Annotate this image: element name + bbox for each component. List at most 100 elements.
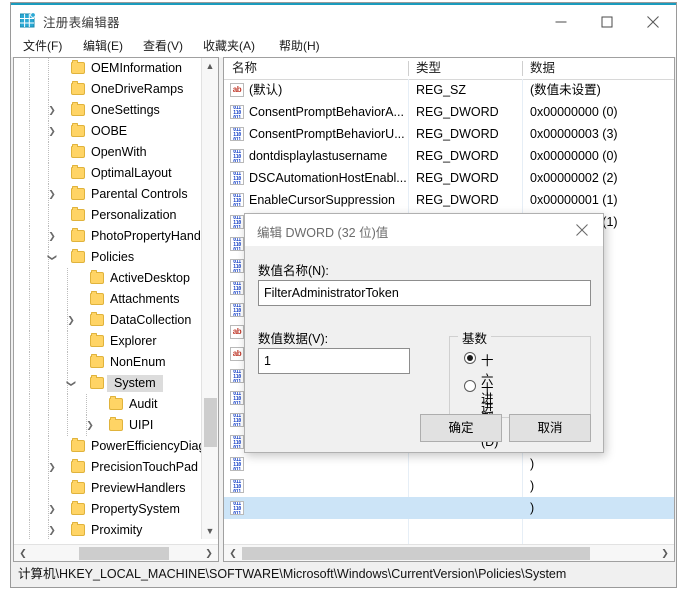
tree-item-label: Policies [91,250,135,264]
column-separator[interactable] [522,61,523,76]
table-row[interactable]: 011 110 011 DSCAutomationHostEnabl... REG_DW… [224,167,674,189]
tree-guide-line [67,415,69,436]
tree-guide-line [29,79,31,100]
chevron-right-icon[interactable]: ❯ [45,121,59,142]
table-row[interactable]: 011110011) [224,475,674,497]
tree-horizontal-scroll-thumb[interactable] [79,547,169,560]
chevron-right-icon[interactable]: ❯ [45,226,59,247]
tree-item-precisiontouchpad[interactable]: ❯ PrecisionTouchPad [14,457,201,478]
chevron-down-icon[interactable]: ❯ [42,251,63,265]
tree-item-system[interactable]: ❯ System [14,373,201,394]
tree-item-onedriveramps[interactable]: OneDriveRamps [14,79,201,100]
tree-item-oeminformation[interactable]: OEMInformation [14,58,201,79]
tree-item-uipi[interactable]: ❯ UIPI [14,415,201,436]
folder-icon [71,186,85,200]
tree-item-policies[interactable]: ❯ Policies [14,247,201,268]
ok-button[interactable]: 确定 [420,414,502,442]
tree-item-nonenum[interactable]: NonEnum [14,352,201,373]
tree-item-activedesktop[interactable]: ActiveDesktop [14,268,201,289]
table-row[interactable]: 011 110 011 EnableCursorSuppression REG_DWOR… [224,189,674,211]
menu-item-0[interactable]: 文件(F) [17,37,68,55]
cancel-button[interactable]: 取消 [509,414,591,442]
menu-item-4[interactable]: 帮助(H) [273,37,326,55]
tree-guide-line [48,79,50,100]
base-radio-group [449,336,591,418]
value-data-cell: ) [530,457,535,471]
tree-item-parental-controls[interactable]: ❯ Parental Controls [14,184,201,205]
tree-scroll-down-arrow[interactable]: ▼ [202,526,218,536]
minimize-button[interactable] [538,7,584,37]
tree-item-powerefficiencydiagnc[interactable]: PowerEfficiencyDiagnc [14,436,201,457]
list-horizontal-scrollbar[interactable]: ❮ ❯ [224,544,674,561]
table-row[interactable]: 011110011) [224,497,674,519]
tree-item-openwith[interactable]: OpenWith [14,142,201,163]
value-data-input[interactable]: 1 [258,348,410,374]
tree-guide-line [67,331,69,352]
tree-item-datacollection[interactable]: ❯ DataCollection [14,310,201,331]
column-header-1[interactable]: 类型 [408,58,441,79]
tree-item-label: OEMInformation [91,61,183,75]
tree-item-previewhandlers[interactable]: PreviewHandlers [14,478,201,499]
tree-scroll-up-arrow[interactable]: ▲ [202,61,218,71]
folder-icon [71,249,85,263]
value-data-cell: 0x00000003 (3) [530,127,618,141]
column-separator[interactable] [408,61,409,76]
maximize-button[interactable] [584,7,630,37]
menu-item-2[interactable]: 查看(V) [137,37,189,55]
table-row[interactable]: 011 110 011 ConsentPromptBehaviorU... REG_DW… [224,123,674,145]
registry-tree-pane[interactable]: OEMInformation OneDriveRamps ❯ OneSettings ❯… [13,57,219,562]
table-row[interactable]: 011 110 011 ConsentPromptBehaviorA... REG_DW… [224,101,674,123]
chevron-down-icon[interactable]: ❯ [61,377,82,391]
tree-item-label: OpenWith [91,145,147,159]
folder-icon [71,438,85,452]
tree-item-label: DataCollection [110,313,192,327]
tree-item-explorer[interactable]: Explorer [14,331,201,352]
table-row[interactable]: 011 110 011 dontdisplaylastusername REG_DWOR… [224,145,674,167]
tree-vertical-scrollbar[interactable]: ▲ ▼ [201,58,218,539]
list-horizontal-scroll-thumb[interactable] [242,547,590,560]
close-button[interactable] [630,7,676,37]
tree-item-label: Explorer [110,334,157,348]
tree-guide-line [29,331,31,352]
tree-item-audit[interactable]: Audit [14,394,201,415]
tree-item-proximity[interactable]: ❯ Proximity [14,520,201,539]
list-scroll-left-arrow[interactable]: ❮ [226,548,240,559]
table-row[interactable]: 011110011) [224,453,674,475]
dword-value-icon: 011 110 011 [230,413,244,427]
tree-scroll-left-arrow[interactable]: ❮ [16,548,30,559]
chevron-right-icon[interactable]: ❯ [45,520,59,539]
tree-item-optimallayout[interactable]: OptimalLayout [14,163,201,184]
value-name-cell: DSCAutomationHostEnabl... [249,171,407,185]
value-type-cell: REG_DWORD [416,149,499,163]
menu-item-1[interactable]: 编辑(E) [77,37,129,55]
tree-item-label: Attachments [110,292,180,306]
chevron-right-icon[interactable]: ❯ [45,184,59,205]
chevron-right-icon[interactable]: ❯ [45,457,59,478]
tree-scroll-right-arrow[interactable]: ❯ [202,548,216,559]
tree-item-label: Personalization [91,208,177,222]
tree-item-attachments[interactable]: Attachments [14,289,201,310]
list-scroll-right-arrow[interactable]: ❯ [658,548,672,559]
table-row[interactable]: ab (默认) REG_SZ (数值未设置) [224,79,674,101]
menu-item-3[interactable]: 收藏夹(A) [197,37,261,55]
chevron-right-icon[interactable]: ❯ [45,499,59,520]
tree-item-photopropertyhandler[interactable]: ❯ PhotoPropertyHandler [14,226,201,247]
column-header-2[interactable]: 数据 [522,58,555,79]
tree-item-propertysystem[interactable]: ❯ PropertySystem [14,499,201,520]
chevron-right-icon[interactable]: ❯ [83,415,97,436]
tree-guide-line [29,394,31,415]
dialog-close-button[interactable] [561,214,603,246]
value-name-cell: ConsentPromptBehaviorU... [249,127,405,141]
tree-item-label: PrecisionTouchPad [91,460,199,474]
tree-vertical-scroll-thumb[interactable] [204,398,217,447]
tree-horizontal-scrollbar[interactable]: ❮ ❯ [14,544,218,561]
string-value-icon: ab [230,347,244,361]
tree-item-oobe[interactable]: ❯ OOBE [14,121,201,142]
tree-item-personalization[interactable]: Personalization [14,205,201,226]
registry-tree[interactable]: OEMInformation OneDriveRamps ❯ OneSettings ❯… [14,58,201,539]
chevron-right-icon[interactable]: ❯ [64,310,78,331]
tree-item-onesettings[interactable]: ❯ OneSettings [14,100,201,121]
value-name-input[interactable]: FilterAdministratorToken [258,280,591,306]
chevron-right-icon[interactable]: ❯ [45,100,59,121]
column-header-0[interactable]: 名称 [224,58,257,79]
